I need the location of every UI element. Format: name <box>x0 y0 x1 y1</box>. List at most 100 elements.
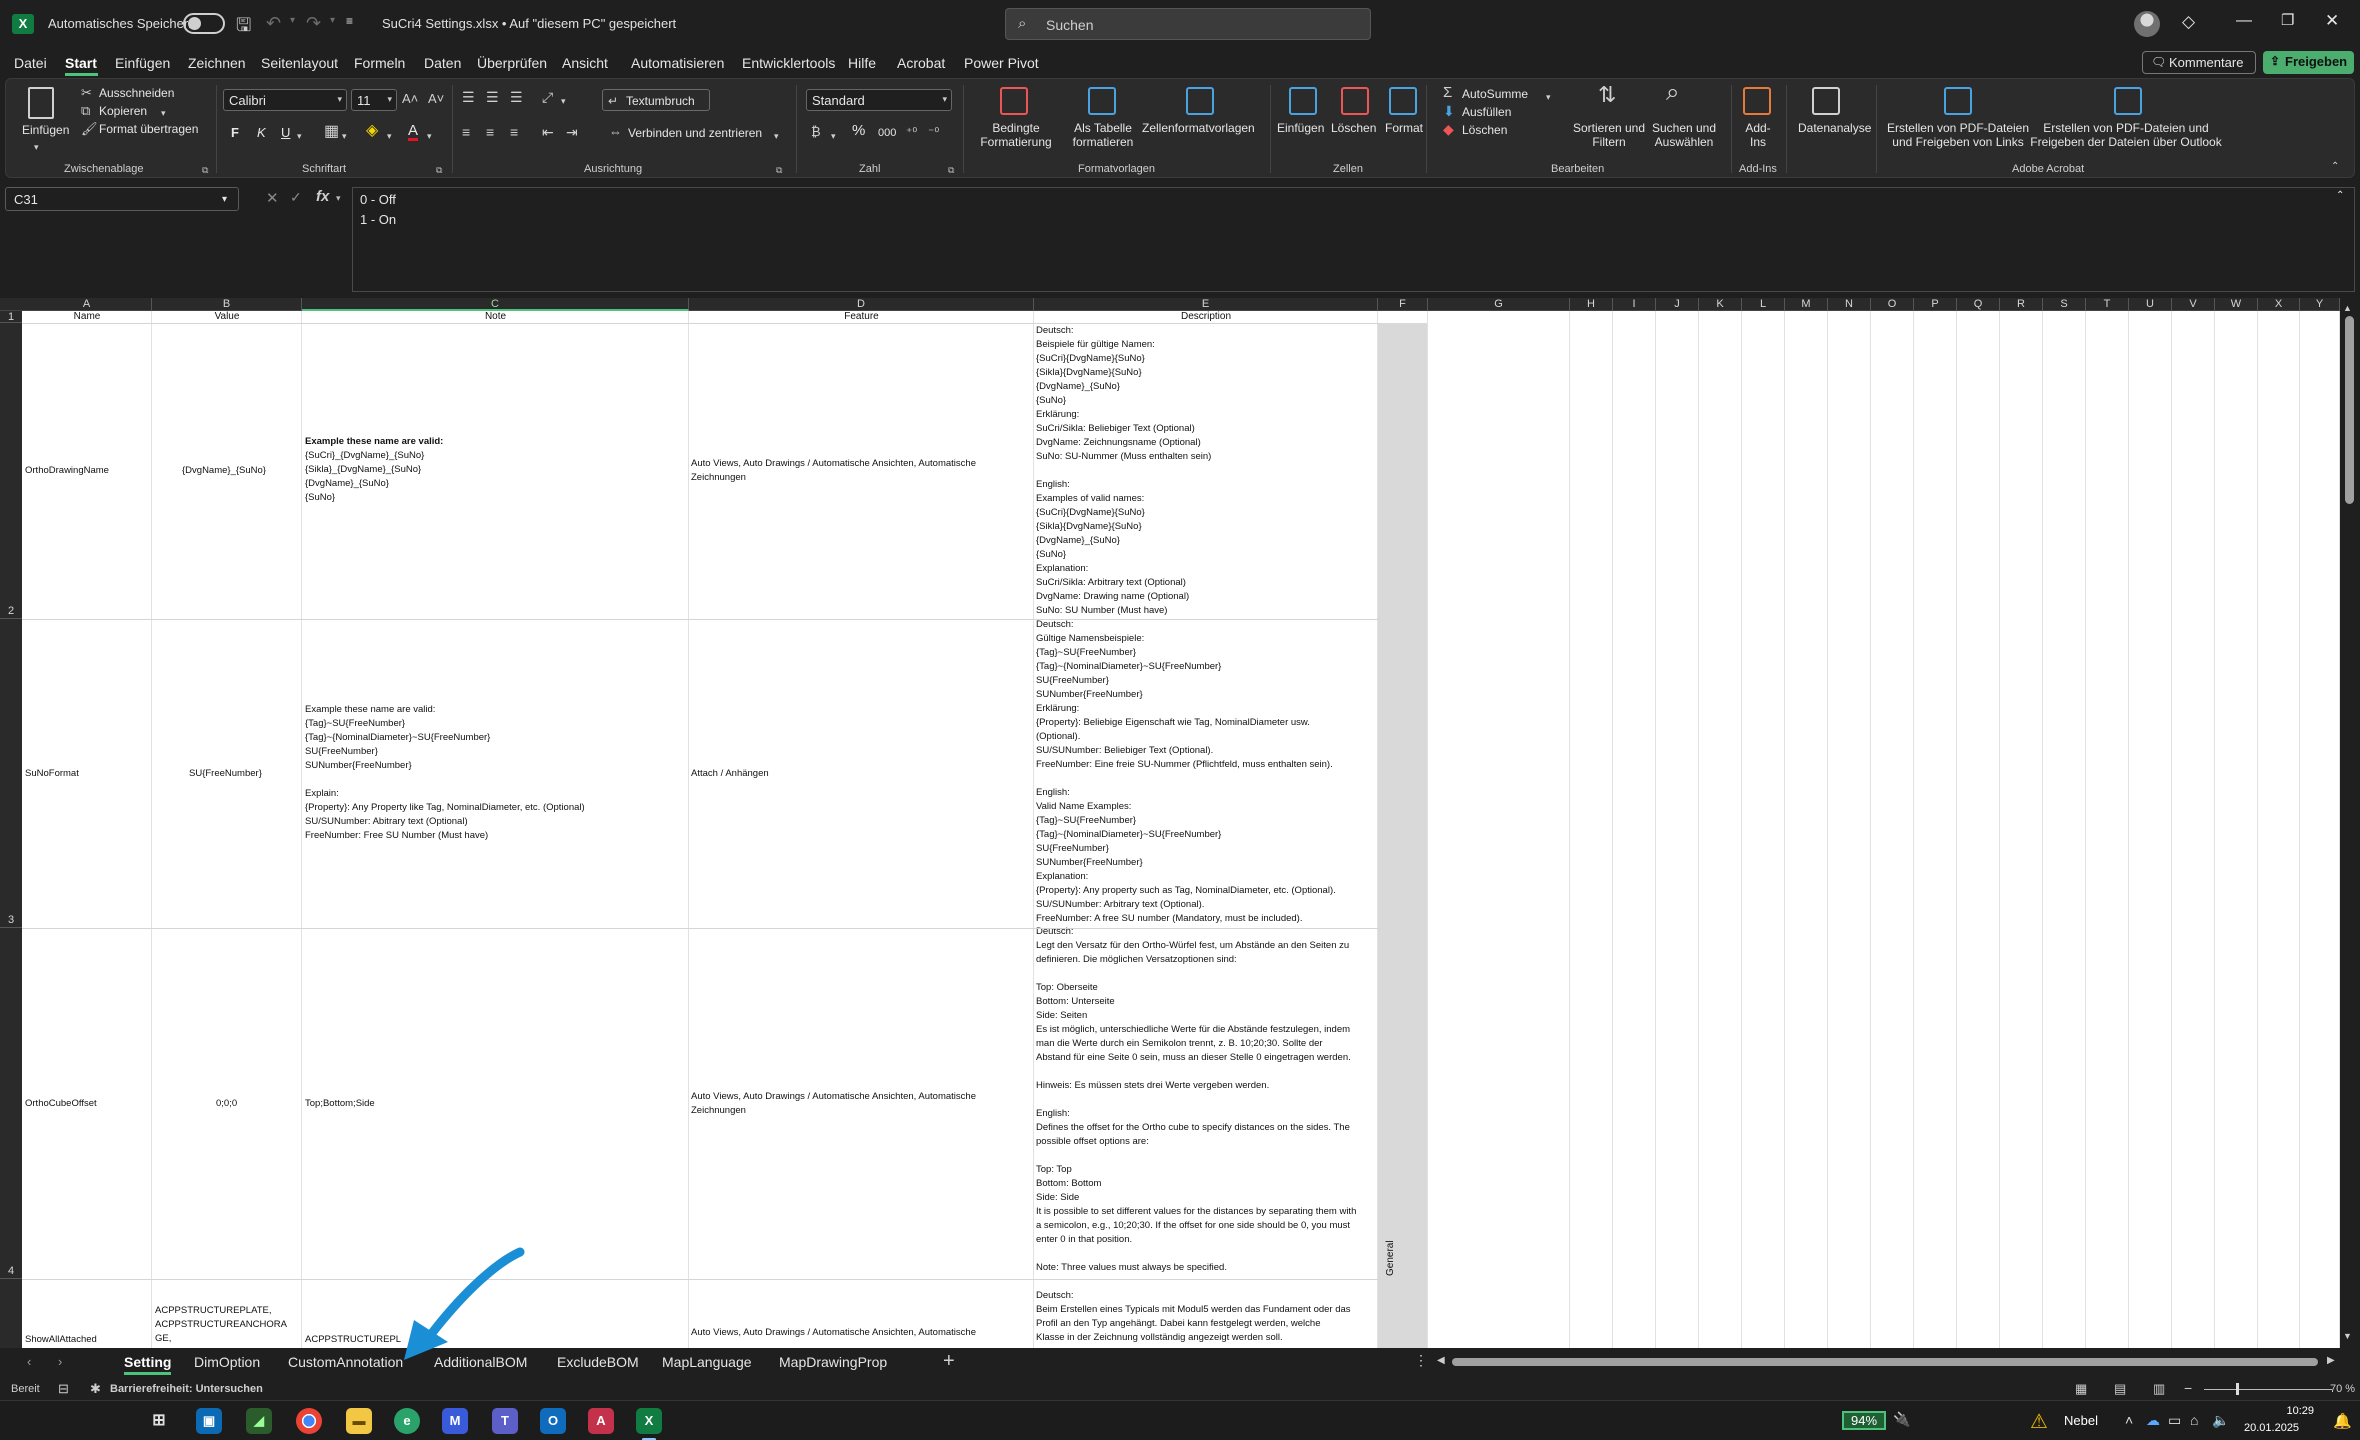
restore-icon[interactable]: ❐ <box>2281 11 2294 29</box>
clipboard-launcher-icon[interactable]: ⧉ <box>202 165 208 176</box>
onedrive-icon[interactable]: ☁ <box>2146 1412 2160 1429</box>
pdf-share-link-icon[interactable] <box>1944 87 1972 115</box>
sheet-tab-mapdrawingprop[interactable]: MapDrawingProp <box>779 1354 887 1370</box>
page-layout-icon[interactable]: ▤ <box>2114 1381 2126 1397</box>
column-header-e[interactable]: E <box>1034 298 1378 311</box>
cell-a5[interactable]: ShowAllAttached <box>25 1333 97 1347</box>
align-left-icon[interactable]: ≡ <box>462 124 470 140</box>
format-cells-button[interactable]: Format <box>1385 121 1423 135</box>
collapse-formula-bar-icon[interactable]: ⌃ <box>2336 190 2344 201</box>
sheet-tab-excludebom[interactable]: ExcludeBOM <box>557 1354 639 1370</box>
network-icon[interactable]: ⌂ <box>2190 1412 2198 1428</box>
underline-dropdown-icon[interactable]: ▾ <box>297 128 302 144</box>
redo-icon[interactable]: ↷ <box>306 13 321 34</box>
weather-warning-icon[interactable]: ⚠ <box>2030 1409 2048 1434</box>
menu-tab-12[interactable]: Acrobat <box>897 55 945 71</box>
format-painter-icon[interactable]: 🖌 <box>81 121 98 137</box>
sort-filter-button[interactable]: Sortieren und Filtern <box>1564 121 1654 149</box>
borders-dropdown-icon[interactable]: ▾ <box>342 128 347 144</box>
function-dropdown-icon[interactable]: ▾ <box>336 193 341 204</box>
battery-indicator[interactable]: 94% <box>1842 1411 1886 1430</box>
italic-button[interactable]: K <box>257 126 266 140</box>
cell-d4[interactable]: Auto Views, Auto Drawings / Automatische… <box>691 1090 976 1118</box>
header-name[interactable]: Name <box>22 311 152 323</box>
undo-dropdown-icon[interactable]: ▾ <box>290 15 295 26</box>
menu-tab-7[interactable]: Überprüfen <box>477 55 547 71</box>
accessibility-icon[interactable]: ✱ <box>90 1381 101 1397</box>
outlook-icon[interactable]: O <box>540 1408 566 1434</box>
zoom-slider[interactable] <box>2204 1389 2332 1390</box>
column-header-y[interactable]: Y <box>2300 298 2340 311</box>
menu-tab-4[interactable]: Seitenlayout <box>261 55 338 71</box>
more-options-icon[interactable]: ⋮ <box>1414 1352 1428 1369</box>
cell-c2[interactable]: {SuCri}_{DvgName}_{SuNo} {Sikla}_{DvgNam… <box>305 449 424 505</box>
font-size-select[interactable]: 11 ▾ <box>351 89 397 111</box>
cell-b4[interactable]: 0;0;0 <box>216 1097 237 1111</box>
wrap-text-button[interactable]: ↵ Textumbruch <box>602 89 710 111</box>
increase-font-icon[interactable]: A˄ <box>402 91 418 107</box>
pdf-outlook-icon[interactable] <box>2114 87 2142 115</box>
number-format-select[interactable]: Standard ▾ <box>806 89 952 111</box>
header-note[interactable]: Note <box>302 311 689 323</box>
column-header-t[interactable]: T <box>2086 298 2129 311</box>
document-title[interactable]: SuCri4 Settings.xlsx • Auf "diesem PC" g… <box>382 16 676 31</box>
cancel-formula-icon[interactable]: ✕ <box>266 189 279 207</box>
find-select-icon[interactable]: ⌕ <box>1666 81 1679 105</box>
accessibility-status[interactable]: Barrierefreiheit: Untersuchen <box>110 1383 263 1395</box>
page-break-icon[interactable]: ▥ <box>2153 1381 2165 1397</box>
share-button[interactable]: ⇪ Freigeben <box>2263 51 2354 74</box>
undo-icon[interactable]: ↶ <box>266 13 281 34</box>
align-middle-icon[interactable]: ☰ <box>486 89 499 105</box>
excel-icon[interactable]: X <box>636 1408 662 1440</box>
next-sheet-icon[interactable]: › <box>58 1354 62 1369</box>
scroll-down-icon[interactable]: ▼ <box>2343 1331 2352 1341</box>
underline-button[interactable]: U <box>281 126 290 140</box>
file-explorer-icon[interactable]: ▬ <box>346 1408 372 1434</box>
pdf-share-link-button[interactable]: Erstellen von PDF-Dateien und Freigeben … <box>1883 121 2033 149</box>
column-header-c[interactable]: C <box>302 298 689 311</box>
menu-tab-9[interactable]: Automatisieren <box>631 55 724 71</box>
formula-input[interactable] <box>352 187 2355 292</box>
alignment-launcher-icon[interactable]: ⧉ <box>776 165 782 176</box>
column-header-f[interactable]: F <box>1378 298 1428 311</box>
bold-button[interactable]: F <box>231 126 239 140</box>
conditional-format-button[interactable]: Bedingte Formatierung <box>966 121 1066 149</box>
column-header-h[interactable]: H <box>1570 298 1613 311</box>
pdf-outlook-button[interactable]: Erstellen von PDF-Dateien und Freigeben … <box>2026 121 2226 149</box>
menu-tab-5[interactable]: Formeln <box>354 55 405 71</box>
number-launcher-icon[interactable]: ⧉ <box>948 165 954 176</box>
align-top-icon[interactable]: ☰ <box>462 89 475 105</box>
column-header-g[interactable]: G <box>1428 298 1570 311</box>
autosum-dropdown-icon[interactable]: ▾ <box>1546 89 1551 105</box>
percent-icon[interactable]: % <box>852 123 865 138</box>
chrome-icon[interactable] <box>296 1408 322 1434</box>
autosum-icon[interactable]: Σ <box>1443 85 1452 101</box>
menu-tab-13[interactable]: Power Pivot <box>964 55 1039 71</box>
cell-a3[interactable]: SuNoFormat <box>25 767 79 781</box>
row-header-3[interactable]: 3 <box>0 619 22 928</box>
macro-record-icon[interactable]: ⊟ <box>58 1381 69 1397</box>
column-header-j[interactable]: J <box>1656 298 1699 311</box>
column-header-r[interactable]: R <box>2000 298 2043 311</box>
name-box-dropdown-icon[interactable]: ▾ <box>222 194 227 205</box>
delete-cells-icon[interactable] <box>1341 87 1369 115</box>
autosave-toggle[interactable] <box>183 13 225 34</box>
horizontal-scroll-thumb[interactable] <box>1452 1358 2318 1366</box>
clear-icon[interactable]: ◆ <box>1443 121 1454 137</box>
row-header-2[interactable]: 2 <box>0 323 22 619</box>
column-header-b[interactable]: B <box>152 298 302 311</box>
paste-dropdown-icon[interactable]: ▾ <box>34 139 39 155</box>
worksheet-grid[interactable]: General Name Value Note Feature Descript… <box>22 311 2340 1348</box>
menu-tab-3[interactable]: Zeichnen <box>188 55 246 71</box>
sheet-tab-dimoption[interactable]: DimOption <box>194 1354 260 1370</box>
app-icon[interactable]: ◢ <box>246 1408 272 1434</box>
data-analysis-icon[interactable] <box>1812 87 1840 115</box>
menu-tab-8[interactable]: Ansicht <box>562 55 608 71</box>
column-header-m[interactable]: M <box>1785 298 1828 311</box>
cell-b2[interactable]: {DvgName}_{SuNo} <box>182 464 266 478</box>
name-box[interactable]: C31 <box>5 187 239 211</box>
fill-button[interactable]: Ausfüllen <box>1462 105 1511 119</box>
customize-toolbar-icon[interactable]: ≡ <box>346 14 353 28</box>
insert-cells-icon[interactable] <box>1289 87 1317 115</box>
row-header-4[interactable]: 4 <box>0 928 22 1279</box>
